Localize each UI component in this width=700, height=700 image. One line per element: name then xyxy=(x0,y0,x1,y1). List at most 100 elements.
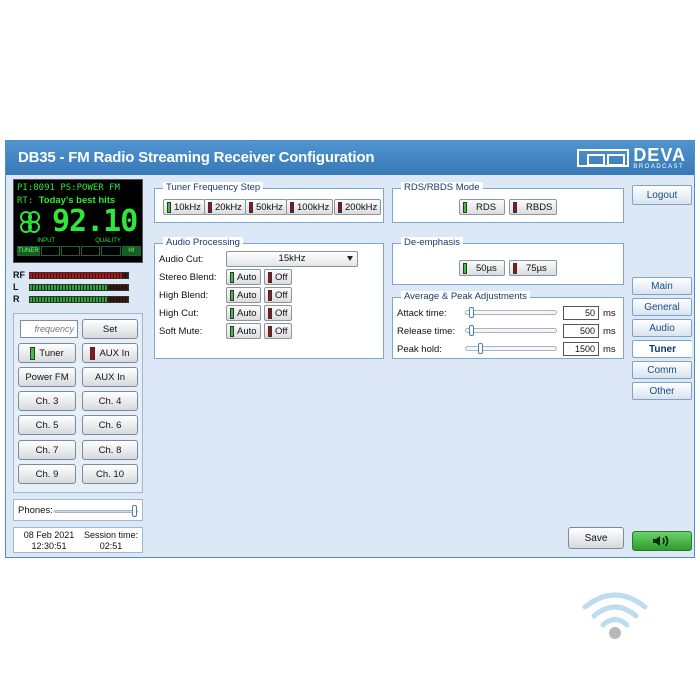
channel-button[interactable]: Ch. 6 xyxy=(82,415,138,435)
soft-mute-label: Soft Mute: xyxy=(159,326,203,337)
led-off-icon xyxy=(90,346,96,360)
logout-button[interactable]: Logout xyxy=(632,185,692,205)
unit-label: ms xyxy=(603,326,616,337)
high-blend-label: High Blend: xyxy=(159,290,209,301)
set-button[interactable]: Set xyxy=(82,319,138,339)
deemphasis-50us-button[interactable]: 50µs xyxy=(459,260,505,276)
speaker-button[interactable] xyxy=(632,531,692,551)
soft-mute-off-button[interactable]: Off xyxy=(264,323,292,339)
led-on-icon xyxy=(167,201,171,213)
off-label: Off xyxy=(275,289,288,301)
peak-hold-input[interactable]: 1500 xyxy=(563,342,599,356)
rf-meter-bar xyxy=(29,271,129,279)
high-cut-off-button[interactable]: Off xyxy=(264,305,292,321)
rbds-button[interactable]: RBDS xyxy=(509,199,557,215)
session-time: 02:51 xyxy=(99,541,123,551)
meter-unlit-segment xyxy=(108,284,128,290)
group-title: Tuner Frequency Step xyxy=(163,182,264,193)
nav-general[interactable]: General xyxy=(632,298,692,316)
channel-button[interactable]: Ch. 8 xyxy=(82,440,138,460)
group-title: De-emphasis xyxy=(401,237,463,248)
nav-tuner[interactable]: Tuner xyxy=(632,340,692,358)
unit-label: ms xyxy=(603,344,616,355)
soft-mute-auto-button[interactable]: Auto xyxy=(226,323,261,339)
led-on-icon xyxy=(463,201,467,213)
meter-label: L xyxy=(13,282,19,292)
auto-label: Auto xyxy=(237,271,257,283)
deemphasis-75us-button[interactable]: 75µs xyxy=(509,260,557,276)
nav-main[interactable]: Main xyxy=(632,277,692,295)
group-title: Average & Peak Adjustments xyxy=(401,291,530,302)
current-date: 08 Feb 2021 xyxy=(23,530,75,540)
time-info: 08 Feb 2021 12:30:51 Session time: 02:51 xyxy=(13,527,143,553)
led-on-icon xyxy=(230,325,234,337)
led-off-icon xyxy=(268,271,272,283)
led-on-icon xyxy=(230,289,234,301)
speaker-icon xyxy=(653,535,669,547)
audio-cut-select[interactable]: 15kHz xyxy=(226,251,358,267)
power-fm-button[interactable]: Power FM xyxy=(18,367,76,387)
stereo-blend-auto-button[interactable]: Auto xyxy=(226,269,261,285)
led-on-icon xyxy=(230,271,234,283)
led-off-icon xyxy=(290,201,294,213)
attack-time-slider[interactable] xyxy=(465,310,557,315)
channel-button[interactable]: Ch. 10 xyxy=(82,464,138,484)
off-label: Off xyxy=(275,307,288,319)
option-label: 100kHz xyxy=(297,201,330,213)
channel-button[interactable]: Ch. 5 xyxy=(18,415,76,435)
channel-button[interactable]: Ch. 3 xyxy=(18,391,76,411)
tuner-step-group: Tuner Frequency Step 10kHz 20kHz 50kHz 1… xyxy=(154,182,384,223)
rds-button[interactable]: RDS xyxy=(459,199,505,215)
nav-comm[interactable]: Comm xyxy=(632,361,692,379)
led-on-icon xyxy=(30,346,36,360)
phones-volume: Phones: xyxy=(13,499,143,521)
led-off-icon xyxy=(249,201,253,213)
main-panel: Tuner Frequency Step 10kHz 20kHz 50kHz 1… xyxy=(148,179,628,555)
meter-unlit-segment xyxy=(108,296,128,302)
step-50khz-button[interactable]: 50kHz xyxy=(245,199,287,215)
auto-label: Auto xyxy=(237,289,257,301)
step-20khz-button[interactable]: 20kHz xyxy=(204,199,246,215)
release-time-label: Release time: xyxy=(397,326,456,337)
step-200khz-button[interactable]: 200kHz xyxy=(334,199,382,215)
deva-logo: DEVA BROADCAST xyxy=(577,146,686,170)
high-cut-auto-button[interactable]: Auto xyxy=(226,305,261,321)
wifi-icon xyxy=(580,585,650,645)
pi-ps-line: PI:8091 PS:POWER FM xyxy=(17,183,120,193)
tuner-button[interactable]: Tuner xyxy=(18,343,76,363)
high-blend-off-button[interactable]: Off xyxy=(264,287,292,303)
step-10khz-button[interactable]: 10kHz xyxy=(163,199,205,215)
rbds-label: RBDS xyxy=(526,201,553,213)
peak-hold-slider-thumb[interactable] xyxy=(477,343,483,354)
save-button[interactable]: Save xyxy=(568,527,624,549)
channel-button[interactable]: Ch. 4 xyxy=(82,391,138,411)
release-time-slider[interactable] xyxy=(465,328,557,333)
release-time-input[interactable]: 500 xyxy=(563,324,599,338)
nav-audio[interactable]: Audio xyxy=(632,319,692,337)
nav-other[interactable]: Other xyxy=(632,382,692,400)
rds-mode-group: RDS/RBDS Mode RDS RBDS xyxy=(392,182,624,223)
lcd-display: PI:8091 PS:POWER FM RT: Today's best hit… xyxy=(13,179,143,263)
phones-slider-thumb[interactable] xyxy=(132,505,137,517)
left-panel: PI:8091 PS:POWER FM RT: Today's best hit… xyxy=(10,179,146,555)
step-100khz-button[interactable]: 100kHz xyxy=(286,199,334,215)
source-indicator xyxy=(101,246,121,256)
phones-slider-track[interactable] xyxy=(54,510,138,513)
option-label: 200kHz xyxy=(345,201,378,213)
release-time-slider-thumb[interactable] xyxy=(469,325,475,336)
channel-button[interactable]: Ch. 7 xyxy=(18,440,76,460)
current-time: 12:30:51 xyxy=(31,541,67,551)
stereo-blend-off-button[interactable]: Off xyxy=(264,269,292,285)
tuner-label: Tuner xyxy=(39,347,64,359)
led-off-icon xyxy=(513,262,517,274)
attack-time-slider-thumb[interactable] xyxy=(469,307,475,318)
source-indicator xyxy=(81,246,101,256)
channel-button[interactable]: Ch. 9 xyxy=(18,464,76,484)
frequency-input[interactable] xyxy=(20,320,78,338)
high-blend-auto-button[interactable]: Auto xyxy=(226,287,261,303)
attack-time-input[interactable]: 50 xyxy=(563,306,599,320)
aux-in-button[interactable]: AUX In xyxy=(82,343,138,363)
deemphasis-group: De-emphasis 50µs 75µs xyxy=(392,237,624,285)
led-off-icon xyxy=(268,289,272,301)
aux-in-preset-button[interactable]: AUX In xyxy=(82,367,138,387)
